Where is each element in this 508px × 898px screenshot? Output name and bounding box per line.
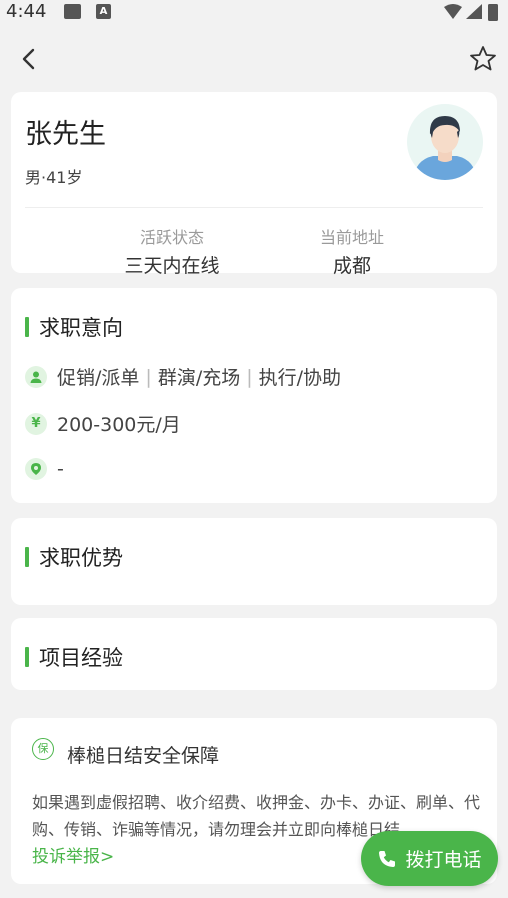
job-categories-row: 促销/派单 | 群演/充场 | 执行/协助: [25, 363, 341, 390]
wifi-icon: [444, 4, 462, 19]
star-outline-icon: [470, 46, 496, 71]
job-advantage-title-text: 求职优势: [39, 546, 123, 570]
person-icon: [25, 365, 47, 388]
section-accent-bar: [25, 547, 29, 567]
person-avatar-icon: [413, 116, 477, 180]
project-experience-card: 项目经验: [11, 618, 497, 690]
job-advantage-card: 求职优势: [11, 518, 497, 605]
current-address-value: 成都: [332, 255, 371, 277]
section-accent-bar: [25, 647, 29, 667]
candidate-gender-age: 男·41岁: [25, 168, 83, 187]
shield-badge-icon: 保: [32, 738, 54, 760]
chevron-left-icon: [22, 48, 35, 70]
job-intent-title-text: 求职意向: [39, 316, 123, 340]
category-separator: |: [246, 365, 253, 388]
app-notification-icon: A: [96, 4, 111, 19]
salary-row: ¥ 200-300元/月: [25, 410, 181, 437]
safety-title: 棒槌日结安全保障: [67, 745, 220, 767]
battery-icon: [488, 4, 498, 21]
signal-icon: [466, 4, 482, 19]
status-bar: 4:44 A: [0, 0, 508, 26]
job-category: 群演/充场: [157, 367, 241, 389]
yuan-glyph: ¥: [31, 416, 41, 431]
activity-status-label: 活跃状态: [139, 228, 204, 247]
job-intent-title: 求职意向: [25, 312, 123, 342]
avatar: [407, 104, 483, 180]
profile-card: 张先生 男·41岁 活跃状态 三天内在线 当前地址 成都: [11, 92, 497, 277]
status-right-icons: [442, 2, 502, 28]
activity-status: 活跃状态 三天内在线: [92, 224, 252, 278]
project-experience-title-text: 项目经验: [39, 646, 123, 670]
image-notification-icon: [64, 4, 81, 19]
section-accent-bar: [25, 317, 29, 337]
job-intent-card: 求职意向 促销/派单 | 群演/充场 | 执行/协助 ¥ 200-300元/月 …: [11, 288, 497, 503]
current-address-label: 当前地址: [319, 228, 384, 247]
call-button-label: 拨打电话: [405, 849, 482, 871]
top-nav: [0, 40, 508, 80]
report-link[interactable]: 投诉举报>: [32, 842, 114, 867]
status-time: 4:44: [6, 1, 47, 22]
back-button[interactable]: [14, 44, 44, 74]
location-row: -: [25, 458, 64, 480]
project-experience-title: 项目经验: [25, 642, 123, 672]
favorite-button[interactable]: [468, 44, 498, 74]
salary-value: 200-300元/月: [57, 414, 181, 436]
yuan-icon: ¥: [25, 412, 47, 435]
candidate-name: 张先生: [25, 119, 106, 150]
category-separator: |: [145, 365, 152, 388]
phone-icon: [379, 850, 396, 867]
job-category: 执行/协助: [258, 367, 342, 389]
activity-status-value: 三天内在线: [124, 255, 220, 277]
call-button[interactable]: 拨打电话: [361, 831, 498, 886]
location-value: -: [57, 458, 64, 480]
location-pin-icon: [25, 458, 47, 480]
divider: [25, 207, 483, 208]
current-address: 当前地址 成都: [272, 224, 432, 278]
job-category: 促销/派单: [57, 367, 140, 389]
job-advantage-title: 求职优势: [25, 542, 123, 572]
